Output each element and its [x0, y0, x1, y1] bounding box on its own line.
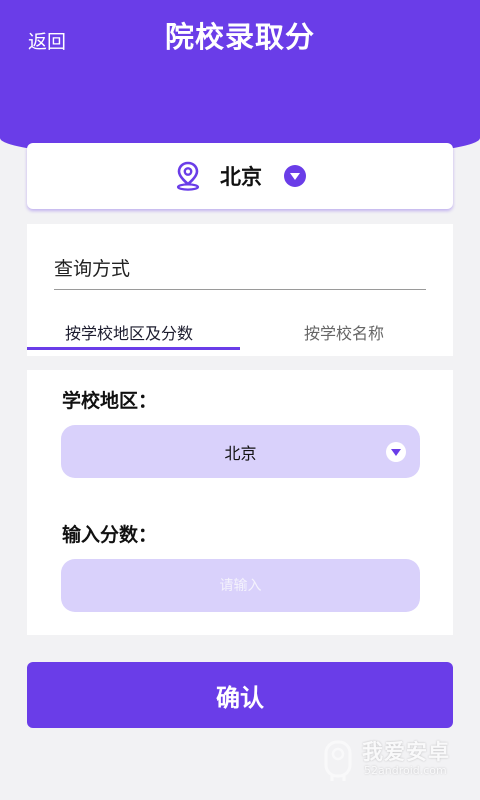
confirm-button[interactable]: 确认 — [27, 662, 453, 728]
selected-city: 北京 — [220, 165, 262, 189]
android-robot-icon — [324, 740, 352, 781]
score-label: 输入分数： — [62, 524, 158, 546]
divider — [54, 289, 426, 290]
search-form: 学校地区： 北京 输入分数： — [27, 370, 453, 635]
header-banner: 返回 院校录取分 — [0, 0, 480, 160]
chevron-down-icon — [386, 442, 406, 462]
region-value: 北京 — [224, 443, 257, 463]
watermark-url: 52android.com — [364, 764, 447, 777]
city-selector[interactable]: 北京 — [27, 143, 453, 209]
query-method-label: 查询方式 — [54, 258, 131, 280]
dropdown-icon[interactable] — [284, 165, 306, 187]
watermark: 我爱安卓 52android.com — [322, 736, 472, 786]
active-tab-indicator — [27, 347, 240, 350]
tab-by-school-name[interactable]: 按学校名称 — [304, 320, 384, 344]
tab-by-region-and-score[interactable]: 按学校地区及分数 — [65, 320, 193, 344]
watermark-name: 我爱安卓 — [362, 740, 450, 764]
page-title: 院校录取分 — [164, 20, 315, 54]
region-select[interactable]: 北京 — [61, 425, 420, 478]
query-method-card: 查询方式 按学校地区及分数 按学校名称 — [27, 224, 453, 356]
region-label: 学校地区： — [62, 390, 158, 412]
location-pin-icon — [176, 161, 200, 191]
score-input[interactable] — [61, 559, 420, 612]
